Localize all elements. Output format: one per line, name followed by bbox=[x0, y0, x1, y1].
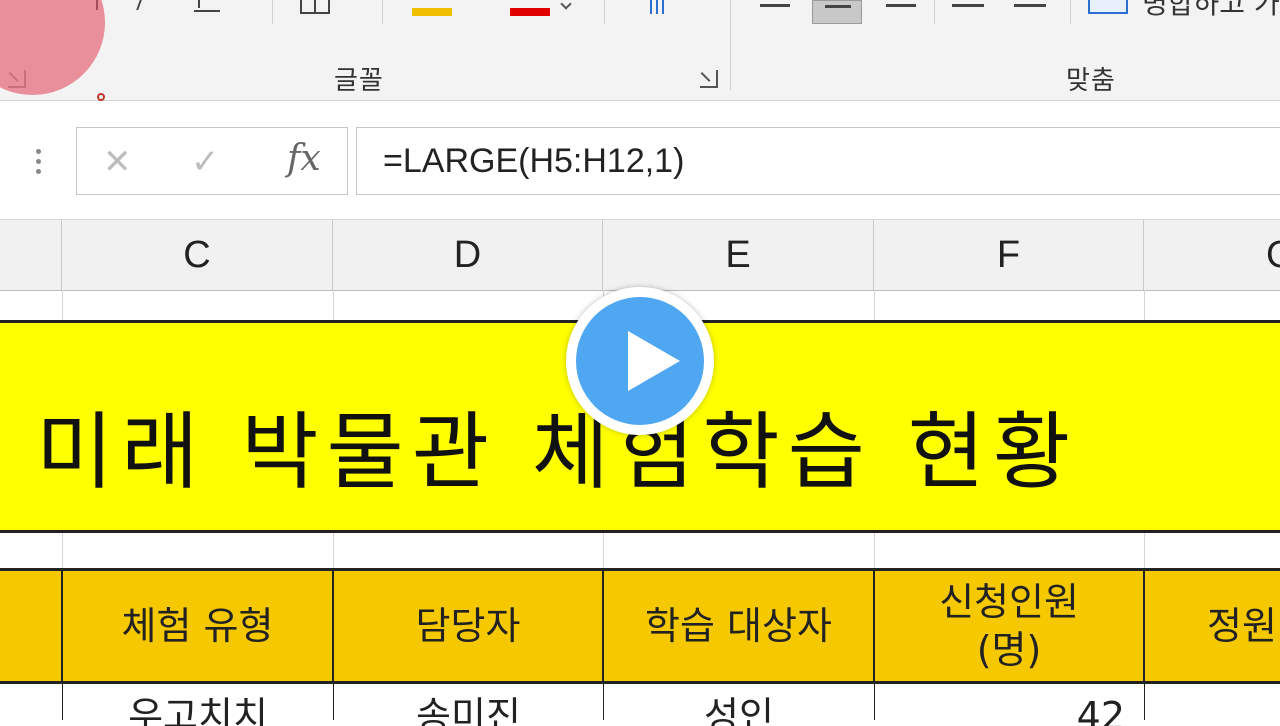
column-header-d[interactable]: D bbox=[333, 220, 603, 290]
formula-input[interactable]: =LARGE(H5:H12,1) bbox=[356, 127, 1280, 195]
font-color-button[interactable] bbox=[510, 0, 572, 20]
gridline bbox=[1144, 533, 1145, 568]
header-cell-b[interactable] bbox=[0, 571, 63, 681]
merge-icon bbox=[1088, 0, 1128, 14]
header-cell-manager[interactable]: 담당자 bbox=[334, 571, 604, 681]
play-icon bbox=[576, 297, 704, 425]
align-right-button[interactable] bbox=[876, 0, 926, 24]
header-cell-capacity[interactable]: 정원 bbox=[1145, 571, 1280, 681]
grip-dot bbox=[36, 169, 41, 174]
phonetic-button[interactable] bbox=[646, 0, 676, 20]
column-header-e[interactable]: E bbox=[603, 220, 874, 290]
fill-color-button[interactable] bbox=[412, 0, 462, 20]
ribbon-separator bbox=[272, 0, 273, 24]
font-dialog-launcher-icon[interactable] bbox=[700, 70, 718, 88]
ribbon-separator bbox=[604, 0, 605, 24]
border-button[interactable] bbox=[296, 0, 336, 22]
table-header-row: 체험 유형 담당자 학습 대상자 신청인원 (명) 정원 bbox=[0, 568, 1280, 684]
gridline bbox=[62, 290, 63, 320]
font-group-label: 글꼴 bbox=[334, 66, 384, 96]
align-center-button[interactable] bbox=[812, 0, 862, 24]
font-color-swatch bbox=[510, 8, 550, 16]
grip-dot bbox=[36, 149, 41, 154]
close-icon[interactable]: ✕ bbox=[103, 142, 132, 182]
gridline bbox=[62, 533, 63, 568]
gridline bbox=[1144, 290, 1145, 320]
cell-manager[interactable]: 송미진 bbox=[334, 686, 603, 726]
alignment-group-label: 맞춤 bbox=[1066, 66, 1116, 96]
merge-button-label: 병합하고 가 bbox=[1142, 0, 1280, 20]
underline-button[interactable] bbox=[192, 0, 232, 22]
ribbon-separator bbox=[382, 0, 383, 24]
header-cell-type[interactable]: 체험 유형 bbox=[63, 571, 334, 681]
decrease-indent-button[interactable] bbox=[946, 0, 996, 24]
gridline bbox=[874, 290, 875, 320]
increase-indent-button[interactable] bbox=[1008, 0, 1058, 24]
header-cell-applicants[interactable]: 신청인원 (명) bbox=[875, 571, 1145, 681]
ribbon-group-separator bbox=[730, 0, 731, 90]
fill-color-swatch bbox=[412, 8, 452, 16]
cell-target[interactable]: 성인 bbox=[604, 686, 874, 726]
gridline bbox=[333, 290, 334, 320]
ribbon: 글꼴 병합하고 가 맞춤 bbox=[0, 0, 1280, 101]
insert-function-icon[interactable]: fx bbox=[287, 138, 321, 179]
column-header-f[interactable]: F bbox=[874, 220, 1144, 290]
check-icon[interactable]: ✓ bbox=[191, 142, 220, 182]
gridline bbox=[603, 533, 604, 568]
mouse-pointer-icon bbox=[97, 93, 105, 101]
cell-type[interactable]: 우고치치 bbox=[63, 686, 333, 726]
header-cell-target[interactable]: 학습 대상자 bbox=[604, 571, 875, 681]
column-headers: C D E F G bbox=[0, 219, 1280, 291]
cell-border bbox=[1144, 684, 1145, 720]
row-header-corner[interactable] bbox=[0, 220, 62, 290]
column-header-c[interactable]: C bbox=[62, 220, 333, 290]
formula-bar-area: ✕ ✓ fx =LARGE(H5:H12,1) bbox=[0, 101, 1280, 219]
gridline bbox=[874, 533, 875, 568]
cell-applicants[interactable]: 42 bbox=[875, 686, 1125, 726]
sheet-title: 미래 박물관 체험학습 현황 bbox=[36, 403, 1079, 501]
grip-dot bbox=[36, 159, 41, 164]
align-left-button[interactable] bbox=[752, 0, 802, 24]
formula-buttons: ✕ ✓ fx bbox=[76, 127, 348, 195]
ribbon-separator bbox=[1070, 0, 1071, 24]
play-button[interactable] bbox=[566, 287, 714, 435]
column-header-g[interactable]: G bbox=[1144, 220, 1280, 290]
ribbon-separator bbox=[934, 0, 935, 24]
merge-center-button[interactable]: 병합하고 가 bbox=[1088, 0, 1280, 26]
gridline bbox=[333, 533, 334, 568]
